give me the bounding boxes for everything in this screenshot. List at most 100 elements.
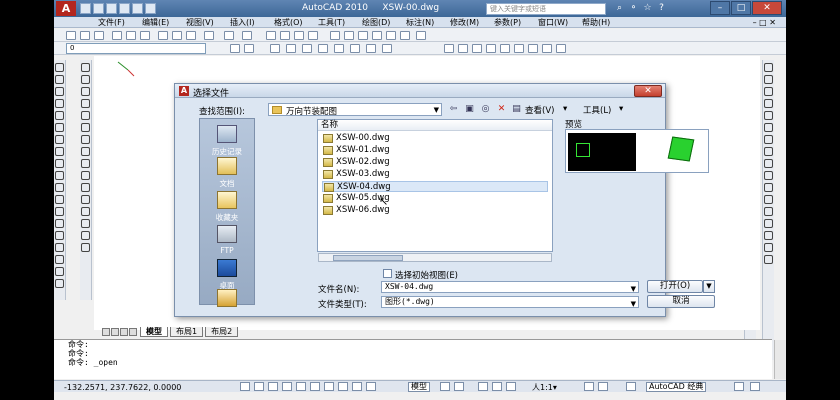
- tools-menu[interactable]: 工具(L): [583, 104, 611, 116]
- pan-icon[interactable]: [478, 382, 488, 391]
- sheet-set-icon[interactable]: [372, 31, 382, 40]
- parallel-icon[interactable]: [764, 195, 773, 204]
- revision-cloud-icon[interactable]: [55, 147, 64, 156]
- menu-tools[interactable]: 工具(T): [318, 18, 362, 27]
- redo-icon[interactable]: [242, 31, 252, 40]
- chevron-down-icon[interactable]: ▼: [631, 284, 636, 294]
- calculator-icon[interactable]: [400, 31, 410, 40]
- dim-diameter-icon[interactable]: [486, 44, 496, 53]
- join-icon[interactable]: [81, 207, 90, 216]
- osnap-temp-icon[interactable]: [764, 63, 773, 72]
- ellipse-icon[interactable]: [55, 171, 64, 180]
- help-icon[interactable]: [416, 31, 426, 40]
- polyline-icon[interactable]: [55, 87, 64, 96]
- save-icon[interactable]: [106, 3, 117, 14]
- place-history[interactable]: 历史记录: [200, 125, 254, 157]
- dyn-toggle-icon[interactable]: [338, 382, 348, 391]
- maximize-button[interactable]: □: [731, 1, 751, 15]
- redo-icon[interactable]: [132, 3, 143, 14]
- apparent-intersection-icon[interactable]: [764, 123, 773, 132]
- polygon-icon[interactable]: [55, 99, 64, 108]
- circle-icon[interactable]: [55, 135, 64, 144]
- midpoint-icon[interactable]: [318, 44, 328, 53]
- layer-combo[interactable]: 0: [66, 43, 206, 54]
- quadrant-icon[interactable]: [366, 44, 376, 53]
- open-button[interactable]: 打开(O): [647, 280, 703, 293]
- polar-toggle-icon[interactable]: [282, 382, 292, 391]
- last-tab-button[interactable]: [129, 328, 137, 336]
- close-button[interactable]: ✕: [752, 1, 782, 15]
- new-folder-icon[interactable]: ▤: [511, 104, 522, 115]
- auto-scale-icon[interactable]: [598, 382, 608, 391]
- chamfer-icon[interactable]: [81, 219, 90, 228]
- text-icon[interactable]: [55, 279, 64, 288]
- new-icon[interactable]: [66, 31, 76, 40]
- file-item[interactable]: XSW-00.dwg: [322, 133, 548, 144]
- center-icon[interactable]: [350, 44, 360, 53]
- center-icon[interactable]: [764, 147, 773, 156]
- up-folder-icon[interactable]: ▣: [464, 104, 475, 115]
- first-tab-button[interactable]: [102, 328, 110, 336]
- perpendicular-icon[interactable]: [764, 183, 773, 192]
- ortho-toggle-icon[interactable]: [268, 382, 278, 391]
- snap-toggle-icon[interactable]: [240, 382, 250, 391]
- tab-model[interactable]: 模型: [140, 327, 168, 337]
- dialog-close-button[interactable]: ✕: [634, 85, 662, 97]
- zoom-icon[interactable]: [492, 382, 502, 391]
- chevron-down-icon[interactable]: ▼: [631, 299, 636, 309]
- menu-dimension[interactable]: 标注(N): [406, 18, 450, 27]
- tab-layout2[interactable]: 布局2: [205, 327, 239, 337]
- delete-icon[interactable]: ✕: [496, 104, 507, 115]
- ellipse-arc-icon[interactable]: [55, 183, 64, 192]
- help-search-input[interactable]: 键入关键字或短语: [486, 3, 606, 15]
- annotation-scale[interactable]: 人1:1▾: [532, 382, 557, 393]
- ducs-toggle-icon[interactable]: [324, 382, 334, 391]
- file-item[interactable]: XSW-03.dwg: [322, 169, 548, 180]
- nearest-icon[interactable]: [764, 231, 773, 240]
- clean-screen-icon[interactable]: [750, 382, 760, 391]
- prev-tab-button[interactable]: [111, 328, 119, 336]
- extend-icon[interactable]: [81, 183, 90, 192]
- file-item-selected[interactable]: XSW-04.dwg: [322, 181, 548, 192]
- coordinate-readout[interactable]: -132.2571, 237.7622, 0.0000: [64, 383, 181, 392]
- paste-icon[interactable]: [186, 31, 196, 40]
- fillet-icon[interactable]: [81, 231, 90, 240]
- copy-icon[interactable]: [172, 31, 182, 40]
- filetype-select[interactable]: 图形(*.dwg) ▼: [381, 296, 639, 308]
- osnap-icon[interactable]: [286, 44, 296, 53]
- insert-point-icon[interactable]: [764, 207, 773, 216]
- filename-input[interactable]: XSW-04.dwg ▼: [381, 281, 639, 293]
- menu-file[interactable]: 文件(F): [98, 18, 142, 27]
- scrollbar-thumb[interactable]: [333, 255, 403, 261]
- tolerance-icon[interactable]: [542, 44, 552, 53]
- file-list[interactable]: 名称 XSW-00.dwg XSW-01.dwg XSW-02.dwg XSW-…: [317, 119, 553, 252]
- dim-angular-icon[interactable]: [500, 44, 510, 53]
- menu-parametric[interactable]: 参数(P): [494, 18, 538, 27]
- quadrant-icon[interactable]: [764, 159, 773, 168]
- hatch-icon[interactable]: [55, 231, 64, 240]
- stretch-icon[interactable]: [81, 159, 90, 168]
- save-icon[interactable]: [94, 31, 104, 40]
- chevron-down-icon[interactable]: ▾: [563, 104, 567, 114]
- copy-object-icon[interactable]: [81, 75, 90, 84]
- zoom-window-icon[interactable]: [294, 31, 304, 40]
- search-icon[interactable]: ⌕: [614, 3, 625, 14]
- layer-properties-icon[interactable]: [230, 44, 240, 53]
- endpoint-icon[interactable]: [302, 44, 312, 53]
- line-icon[interactable]: [55, 63, 64, 72]
- quick-view-drawings-icon[interactable]: [454, 382, 464, 391]
- workspace-switcher[interactable]: AutoCAD 经典: [646, 382, 707, 392]
- next-tab-button[interactable]: [120, 328, 128, 336]
- cut-icon[interactable]: [158, 31, 168, 40]
- construction-line-icon[interactable]: [55, 75, 64, 84]
- menu-format[interactable]: 格式(O): [274, 18, 318, 27]
- file-list-scrollbar[interactable]: [318, 253, 552, 262]
- command-line[interactable]: 命令: 命令: 命令: _open: [54, 339, 772, 379]
- markup-icon[interactable]: [386, 31, 396, 40]
- new-icon[interactable]: [80, 3, 91, 14]
- point-icon[interactable]: [55, 219, 64, 228]
- chevron-down-icon[interactable]: ▾: [619, 104, 623, 114]
- place-documents[interactable]: 文档: [200, 157, 254, 189]
- arc-icon[interactable]: [55, 123, 64, 132]
- spline-icon[interactable]: [55, 159, 64, 168]
